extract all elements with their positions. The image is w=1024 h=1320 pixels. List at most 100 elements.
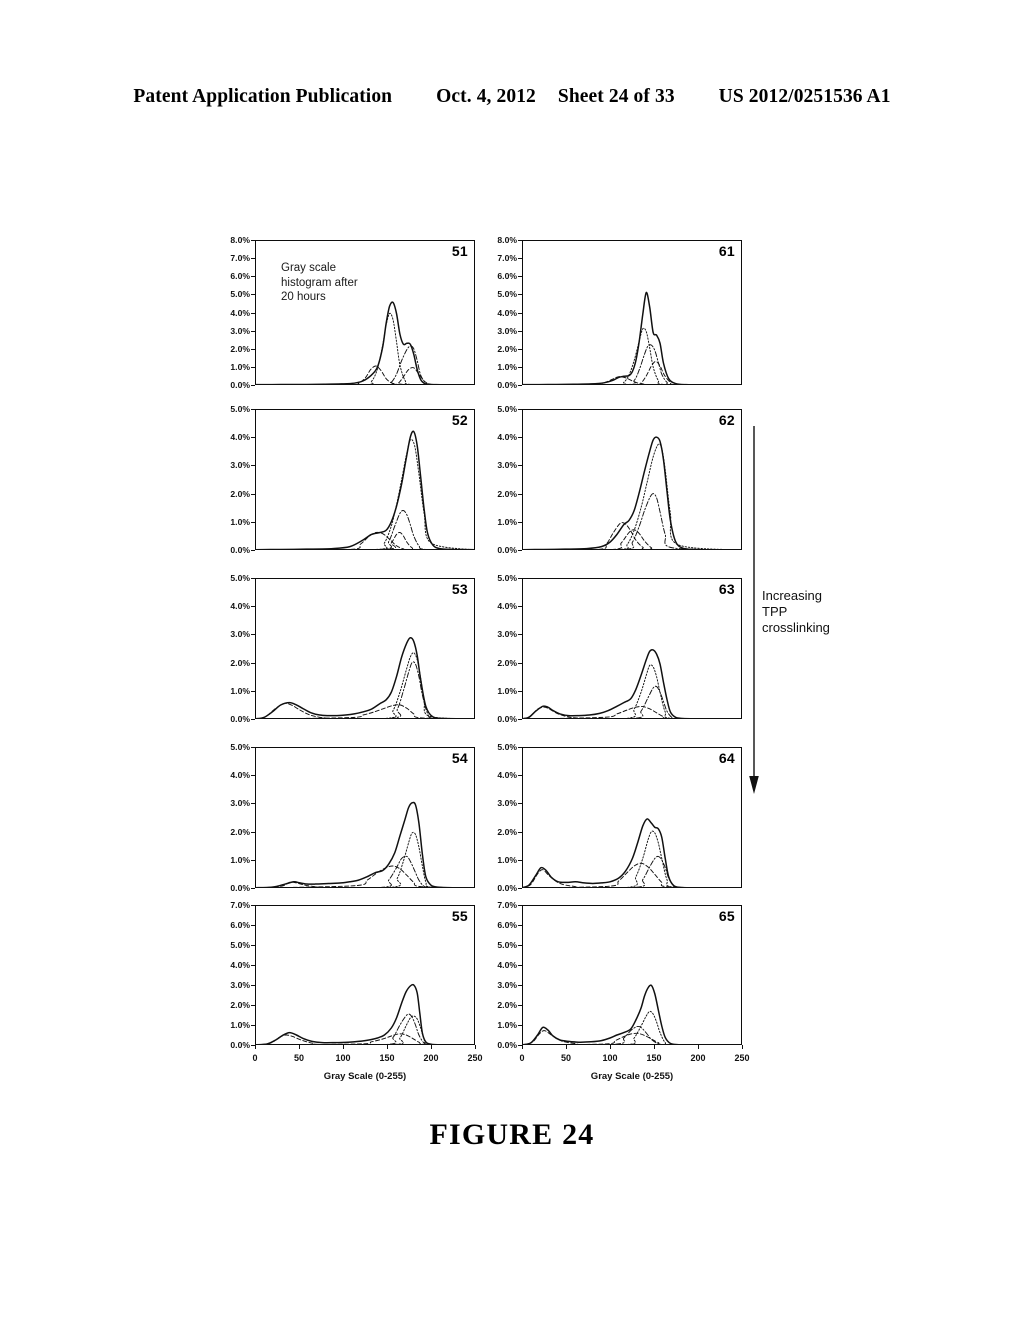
y-tick-mark	[251, 719, 255, 720]
y-tick-label: 1.0%	[497, 361, 517, 372]
y-axis-labels-61: 0.0% 1.0% 2.0% 3.0% 4.0% 5.0% 6.0% 7.0% 8.0%	[483, 235, 517, 390]
x-tick-mark	[431, 1045, 432, 1049]
series-component-1	[522, 1030, 742, 1045]
x-tick-mark	[610, 1045, 611, 1049]
y-tick-label: 2.0%	[230, 488, 250, 499]
chart-panel-55: 55	[255, 905, 475, 1045]
x-tick-label: 150	[379, 1053, 395, 1063]
series-component-2	[522, 327, 742, 385]
x-tick-label: 0	[252, 1053, 258, 1063]
series-component-4	[255, 532, 475, 550]
x-axis-labels-55: 0 50 100 150 200 250	[252, 1053, 482, 1067]
y-tick-mark	[518, 606, 522, 608]
y-tick-label: 0.0%	[497, 380, 517, 390]
y-tick-mark	[251, 550, 255, 551]
y-tick-mark	[518, 493, 522, 495]
series-component-3	[255, 510, 475, 550]
y-tick-label: 1.0%	[230, 685, 250, 696]
y-tick-mark	[251, 294, 255, 296]
y-tick-mark	[251, 240, 255, 241]
y-tick-mark	[251, 493, 255, 495]
y-axis-labels-65: 0.0% 1.0% 2.0% 3.0% 4.0% 5.0% 6.0% 7.0%	[483, 900, 517, 1050]
y-tick-label: 4.0%	[497, 601, 517, 612]
figure-caption: FIGURE 24	[429, 1118, 595, 1151]
y-tick-label: 4.0%	[230, 432, 250, 443]
y-tick-mark	[518, 330, 522, 332]
chart-panel-65: 65	[522, 905, 742, 1045]
y-tick-mark	[518, 965, 522, 966]
curves	[522, 291, 742, 385]
y-tick-label: 3.0%	[497, 629, 517, 640]
y-tick-mark	[251, 662, 255, 664]
x-tick-mark	[742, 1045, 743, 1049]
x-tick-mark	[387, 1045, 388, 1049]
series-component-3	[522, 344, 742, 385]
series-envelope	[255, 301, 475, 385]
y-tick-label: 1.0%	[230, 1020, 250, 1030]
y-tick-mark	[518, 925, 522, 926]
y-tick-mark	[518, 312, 522, 314]
y-tick-mark	[518, 634, 522, 636]
series-component-4	[255, 367, 475, 385]
x-tick-label: 250	[734, 1053, 750, 1063]
y-tick-mark	[251, 888, 255, 889]
y-tick-mark	[518, 905, 522, 906]
y-tick-mark	[518, 747, 522, 748]
y-tick-label: 0.0%	[230, 1040, 250, 1050]
y-tick-mark	[518, 945, 522, 946]
x-tick-label: 50	[293, 1053, 305, 1063]
y-tick-label: 4.0%	[497, 770, 517, 781]
y-tick-label: 2.0%	[497, 826, 517, 837]
series-component-3	[522, 685, 742, 719]
y-tick-mark	[518, 276, 522, 278]
y-tick-label: 4.0%	[497, 432, 517, 443]
y-tick-mark	[518, 775, 522, 777]
y-tick-mark	[251, 634, 255, 636]
curves	[522, 984, 742, 1045]
y-tick-label: 0.0%	[230, 545, 250, 555]
x-tick-label: 100	[335, 1053, 351, 1063]
y-tick-mark	[251, 348, 255, 350]
y-tick-label: 4.0%	[230, 601, 250, 612]
y-tick-label: 5.0%	[497, 573, 517, 583]
y-tick-label: 7.0%	[230, 900, 250, 910]
y-tick-mark	[251, 905, 255, 906]
y-tick-label: 3.0%	[497, 460, 517, 471]
y-tick-mark	[518, 294, 522, 296]
y-tick-label: 3.0%	[230, 980, 250, 990]
y-tick-label: 0.0%	[230, 883, 250, 893]
y-tick-mark	[251, 925, 255, 926]
y-tick-mark	[518, 550, 522, 551]
curves	[522, 818, 742, 888]
series-envelope	[255, 983, 475, 1045]
y-tick-label: 4.0%	[230, 960, 250, 970]
y-tick-mark	[518, 258, 522, 260]
y-tick-mark	[251, 312, 255, 314]
chart-panel-62: 62	[522, 409, 742, 550]
x-tick-label: 200	[423, 1053, 439, 1063]
y-tick-mark	[251, 1005, 255, 1006]
curves	[255, 637, 475, 719]
y-tick-mark	[518, 385, 522, 386]
y-tick-mark	[518, 859, 522, 861]
y-tick-label: 7.0%	[497, 900, 517, 910]
y-tick-label: 1.0%	[497, 1020, 517, 1030]
y-tick-label: 5.0%	[497, 289, 517, 300]
y-tick-label: 0.0%	[497, 545, 517, 555]
series-component-2	[255, 438, 475, 550]
x-tick-label: 50	[560, 1053, 572, 1063]
y-tick-label: 6.0%	[230, 920, 250, 930]
curves	[255, 983, 475, 1045]
y-tick-mark	[518, 662, 522, 664]
x-tick-label: 250	[467, 1053, 483, 1063]
chart-panel-63: 63	[522, 578, 742, 719]
y-axis-labels-52: 0.0% 1.0% 2.0% 3.0% 4.0% 5.0%	[216, 404, 250, 555]
x-axis-labels-65: 0 50 100 150 200 250	[519, 1053, 749, 1067]
x-tick-mark	[255, 1045, 256, 1049]
y-tick-label: 6.0%	[497, 271, 517, 282]
series-component-2	[255, 312, 475, 385]
y-tick-label: 5.0%	[497, 404, 517, 414]
chart-panel-53: 53	[255, 578, 475, 719]
y-tick-mark	[251, 859, 255, 861]
y-tick-label: 1.0%	[497, 516, 517, 527]
